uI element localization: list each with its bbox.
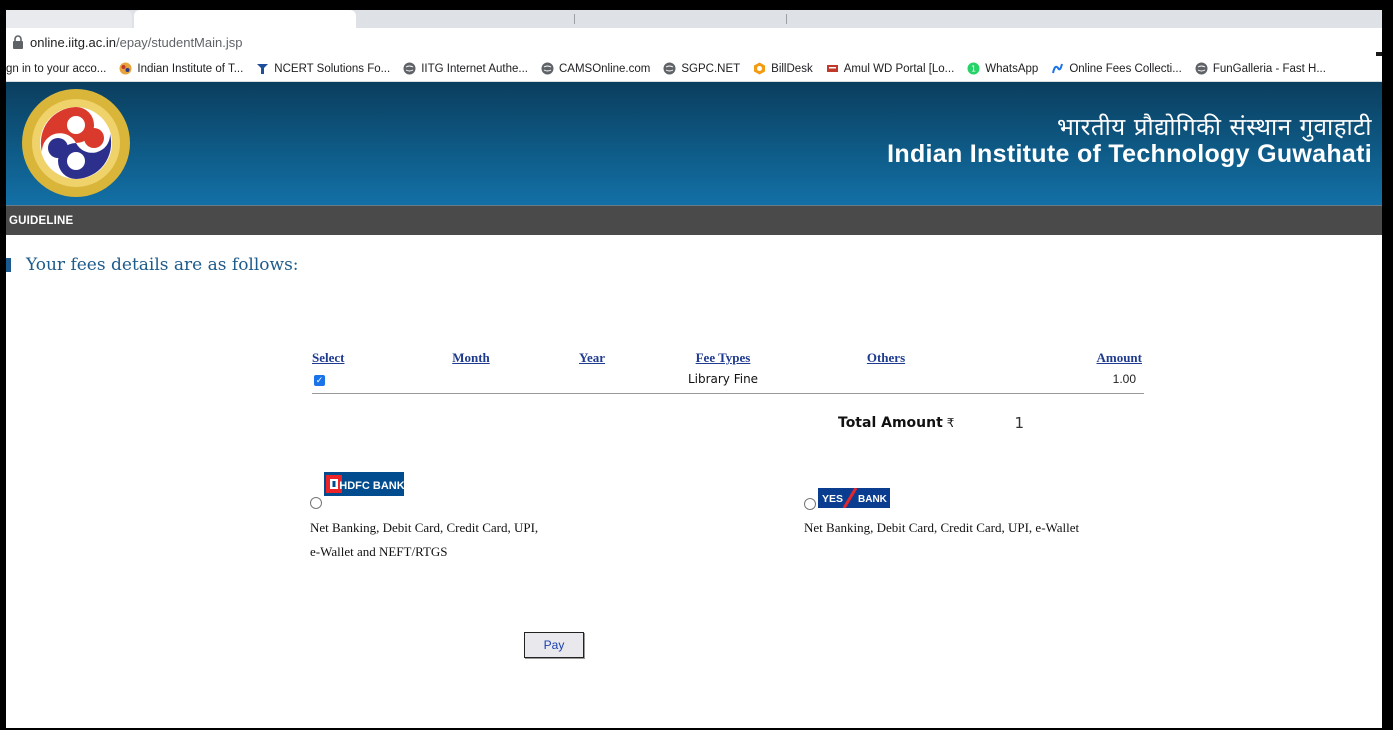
nav-item-guideline[interactable]: GUIDELINE xyxy=(9,215,73,227)
bookmark-label: Amul WD Portal [Lo... xyxy=(843,62,955,75)
bookmark-sign-in[interactable]: gn in to your acco... xyxy=(6,63,106,75)
tab-active[interactable] xyxy=(134,10,356,28)
pay-button[interactable]: Pay xyxy=(524,632,584,658)
globe-icon xyxy=(403,62,416,75)
bookmark-amul[interactable]: Amul WD Portal [Lo... xyxy=(826,62,955,75)
lock-icon xyxy=(13,35,23,49)
bookmark-ncert[interactable]: NCERT Solutions Fo... xyxy=(256,62,390,75)
hdfc-desc-line1: Net Banking, Debit Card, Credit Card, UP… xyxy=(310,520,539,535)
header-banner: भारतीय प्रौद्योगिकी संस्थान गुवाहाटी Ind… xyxy=(6,82,1382,205)
svg-text:1: 1 xyxy=(971,65,976,74)
total-label: Total Amount xyxy=(838,415,943,431)
bookmark-label: gn in to your acco... xyxy=(6,62,107,75)
yes-bank-logo-icon: YES BANK xyxy=(818,488,890,508)
col-month[interactable]: Month xyxy=(400,350,542,370)
total-value: 1 xyxy=(1014,414,1024,432)
bookmark-cams[interactable]: CAMSOnline.com xyxy=(541,62,650,75)
tab-separator xyxy=(786,14,787,24)
select-checkbox[interactable]: ✓ xyxy=(314,375,325,386)
url-text[interactable]: online.iitg.ac.in/epay/studentMain.jsp xyxy=(30,35,242,50)
bookmark-label: IITG Internet Authe... xyxy=(421,62,528,75)
bookmark-iitg[interactable]: Indian Institute of T... xyxy=(119,62,243,75)
institute-title-hindi: भारतीय प्रौद्योगिकी संस्थान गुवाहाटी xyxy=(1057,113,1372,141)
col-year[interactable]: Year xyxy=(542,350,642,370)
globe-icon xyxy=(541,62,554,75)
fees-heading: Your fees details are as follows: xyxy=(6,255,299,275)
cell-amount: 1.00 xyxy=(1112,372,1136,386)
cell-fee-type: Library Fine xyxy=(687,372,759,386)
globe-icon xyxy=(663,62,676,75)
bookmark-online-fees[interactable]: Online Fees Collecti... xyxy=(1051,62,1182,75)
bookmark-whatsapp[interactable]: 1 WhatsApp xyxy=(967,62,1038,75)
tab-strip xyxy=(6,10,1382,28)
billdesk-icon xyxy=(753,62,766,75)
yes-bank-radio[interactable] xyxy=(804,498,816,510)
table-row: ✓ Library Fine 1.00 xyxy=(306,370,1144,388)
heading-bullet xyxy=(6,258,11,272)
rupee-icon: ₹ xyxy=(946,416,955,430)
ncert-icon xyxy=(256,62,269,75)
yes-logo-text-2: BANK xyxy=(858,494,888,505)
cell-month xyxy=(400,370,542,388)
bookmark-label: Online Fees Collecti... xyxy=(1069,62,1182,75)
globe-icon xyxy=(1195,62,1208,75)
bookmark-label: SGPC.NET xyxy=(681,62,741,75)
bookmark-label: NCERT Solutions Fo... xyxy=(274,62,391,75)
nav-bar: GUIDELINE xyxy=(6,205,1382,235)
table-divider xyxy=(312,393,1144,394)
fees-icon xyxy=(1051,62,1064,75)
bookmark-label: Indian Institute of T... xyxy=(137,62,244,75)
total-amount: Total Amount ₹ 1 xyxy=(838,414,1024,432)
bookmarks-bar: gn in to your acco... Indian Institute o… xyxy=(6,56,1382,82)
bookmark-label: CAMSOnline.com xyxy=(558,62,651,75)
cell-year xyxy=(542,370,642,388)
hdfc-radio[interactable] xyxy=(310,497,322,509)
col-others[interactable]: Others xyxy=(804,350,968,370)
yes-bank-desc: Net Banking, Debit Card, Credit Card, UP… xyxy=(804,520,1080,535)
fees-table: Select Month Year Fee Types Others Amoun… xyxy=(306,350,1144,388)
url-host: online.iitg.ac.in xyxy=(30,34,116,50)
pay-button-label: Pay xyxy=(543,638,565,652)
yes-bank-option: YES BANK Net Banking, Debit Card, Credit… xyxy=(804,488,1164,558)
bookmark-label: BillDesk xyxy=(771,62,813,75)
iitg-icon xyxy=(119,62,132,75)
address-bar[interactable]: online.iitg.ac.in/epay/studentMain.jsp xyxy=(6,28,1382,68)
bookmark-billdesk[interactable]: BillDesk xyxy=(753,62,813,75)
bookmark-label: FunGalleria - Fast H... xyxy=(1212,62,1326,75)
tab-previous[interactable] xyxy=(6,10,132,28)
institute-title-english: Indian Institute of Technology Guwahati xyxy=(887,140,1372,168)
cell-others xyxy=(804,370,968,388)
browser-window: online.iitg.ac.in/epay/studentMain.jsp g… xyxy=(6,10,1382,728)
whatsapp-icon: 1 xyxy=(967,62,980,75)
col-select[interactable]: Select xyxy=(306,350,400,370)
col-fee-types[interactable]: Fee Types xyxy=(642,350,804,370)
amul-icon xyxy=(826,62,839,75)
bookmark-fungalleria[interactable]: FunGalleria - Fast H... xyxy=(1195,62,1326,75)
bookmark-iitg-internet[interactable]: IITG Internet Authe... xyxy=(403,62,528,75)
hdfc-logo-icon: HDFC BANK xyxy=(324,472,404,496)
iitg-logo-icon xyxy=(22,89,130,197)
hdfc-desc-line2: e-Wallet and NEFT/RTGS xyxy=(310,544,448,559)
yes-logo-text-1: YES xyxy=(822,493,843,505)
hdfc-logo-text: HDFC BANK xyxy=(339,480,404,492)
tab-separator xyxy=(574,14,575,24)
hdfc-option: HDFC BANK Net Banking, Debit Card, Credi… xyxy=(310,472,610,572)
fees-heading-text: Your fees details are as follows: xyxy=(26,255,299,275)
bookmark-sgpc[interactable]: SGPC.NET xyxy=(663,62,740,75)
col-amount[interactable]: Amount xyxy=(968,350,1144,370)
bookmark-label: WhatsApp xyxy=(985,62,1039,75)
url-path: /epay/studentMain.jsp xyxy=(116,34,243,50)
table-header-row: Select Month Year Fee Types Others Amoun… xyxy=(306,350,1144,370)
